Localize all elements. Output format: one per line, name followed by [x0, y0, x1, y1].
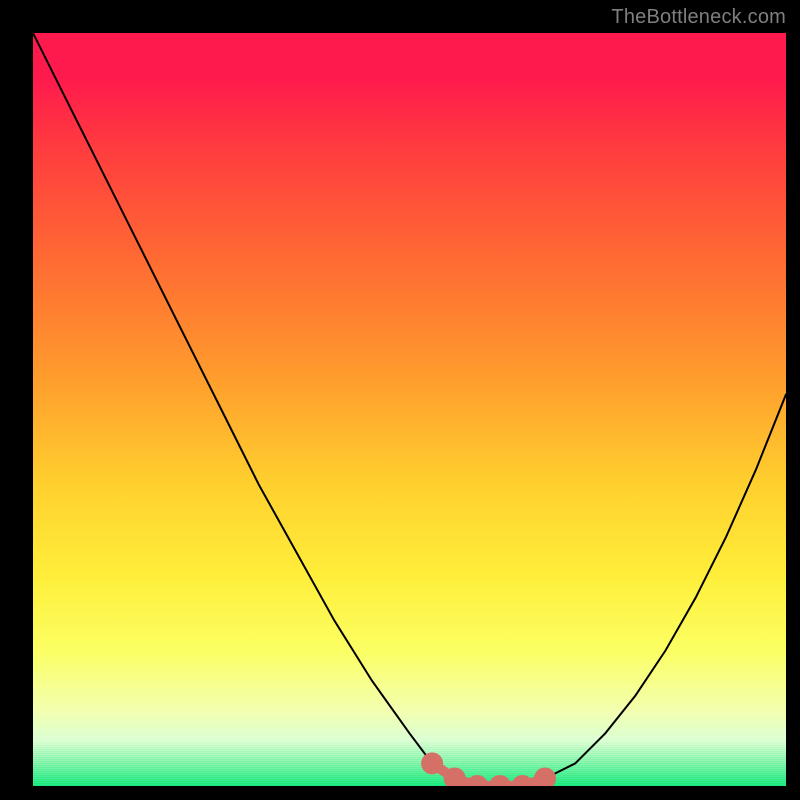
- minimum-marker-dot: [494, 780, 506, 786]
- bottleneck-curve-path: [33, 33, 786, 786]
- minimum-marker-dot: [516, 780, 528, 786]
- chart-svg: [33, 33, 786, 786]
- minimum-marker-dot: [471, 780, 483, 786]
- chart-frame: TheBottleneck.com: [0, 0, 800, 800]
- minimum-marker-dot: [539, 773, 551, 785]
- chart-plot-area: [33, 33, 786, 786]
- minimum-marker-dot: [426, 757, 438, 769]
- minimum-marker-dot: [449, 773, 461, 785]
- watermark-text: TheBottleneck.com: [611, 6, 786, 29]
- minimum-markers: [426, 757, 551, 786]
